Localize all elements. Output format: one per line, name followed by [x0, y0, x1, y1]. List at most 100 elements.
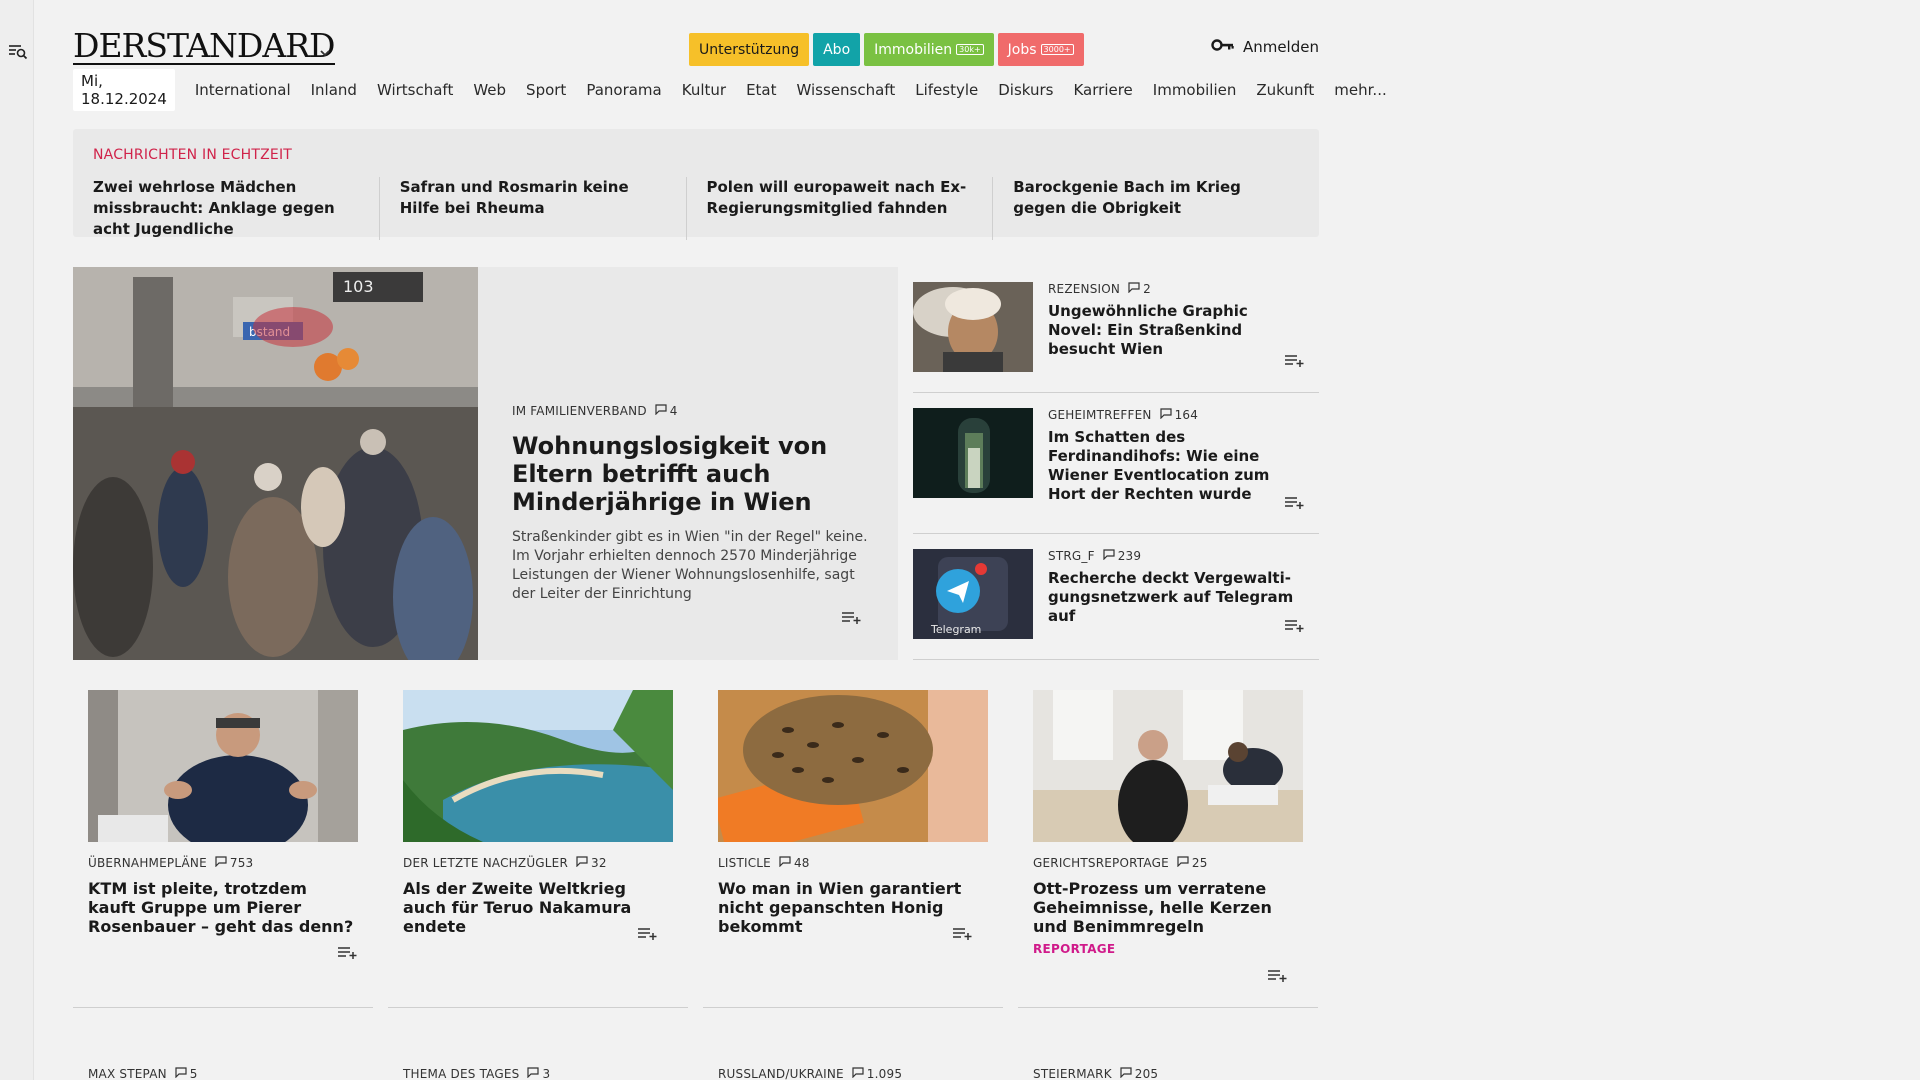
- nav-item-inland[interactable]: Inland: [311, 81, 357, 99]
- hero-text: Im Familienverband 4 Wohnungslosigkeit v…: [512, 404, 868, 604]
- realtime-item[interactable]: Safran und Rosmarin keine Hilfe bei Rheu…: [400, 177, 687, 240]
- add-to-list-icon[interactable]: [842, 610, 862, 629]
- nav-item-international[interactable]: International: [195, 81, 291, 99]
- add-to-list-icon[interactable]: [1285, 495, 1305, 514]
- jobs-label: Jobs: [1007, 41, 1037, 58]
- comment-count[interactable]: 25: [1177, 856, 1208, 870]
- comment-count-value: 48: [793, 856, 810, 870]
- realtime-label: NACHRICHTEN IN ECHTZEIT: [93, 147, 293, 163]
- side-article[interactable]: Geheimtreffen 164 Im Schatten des Ferdin…: [913, 393, 1319, 534]
- abo-button[interactable]: Abo: [813, 33, 861, 66]
- nav-item-sport[interactable]: Sport: [526, 81, 566, 99]
- kicker-label: Listicle: [718, 856, 771, 870]
- side-kicker: STRG_F 239: [1048, 549, 1303, 563]
- add-to-list-icon[interactable]: [1285, 353, 1305, 372]
- telegram-logo-text: Telegram: [930, 623, 981, 636]
- side-article-title[interactable]: Ungewöhnliche Graphic Novel: Ein Straßen…: [1048, 302, 1303, 359]
- article-card-image[interactable]: [403, 690, 673, 842]
- card-kicker: Listicle 48: [718, 856, 988, 870]
- article-card-image[interactable]: [88, 690, 358, 842]
- comment-count-value: 5: [189, 1067, 198, 1080]
- chevron-down-icon[interactable]: [319, 42, 331, 61]
- kicker-label: Thema des Tages: [403, 1067, 520, 1080]
- immobilien-button[interactable]: Immobilien 30k+: [864, 33, 994, 66]
- side-article-image[interactable]: Telegram: [913, 549, 1033, 639]
- support-button[interactable]: Unterstützung: [689, 33, 810, 66]
- key-icon: [1211, 38, 1235, 56]
- article-grid: Übernahmepläne 753 KTM ist pleite, trotz…: [73, 690, 1319, 1008]
- article-card-image[interactable]: [718, 690, 988, 842]
- nav-item-immobilien[interactable]: Immobilien: [1153, 81, 1237, 99]
- nav-item-diskurs[interactable]: Diskurs: [998, 81, 1053, 99]
- nav-item-panorama[interactable]: Panorama: [586, 81, 661, 99]
- article-card[interactable]: Listicle 48 Wo man in Wien garantiert ni…: [703, 690, 1003, 1008]
- comment-count-value: 164: [1174, 408, 1199, 422]
- side-article[interactable]: Rezension 2 Ungewöhnliche Graphic Novel:…: [913, 267, 1319, 393]
- article-card[interactable]: Gerichtsreportage 25 Ott-Prozess um verr…: [1018, 690, 1318, 1008]
- menu-search-icon[interactable]: [8, 42, 28, 62]
- login-button[interactable]: Anmelden: [1211, 38, 1319, 56]
- comment-icon: [576, 856, 588, 870]
- comment-count[interactable]: 5: [175, 1067, 198, 1080]
- side-article-image[interactable]: [913, 282, 1033, 372]
- article-card[interactable]: Der letzte Nachzügler 32 Als der Zweite …: [388, 690, 688, 1008]
- comment-count[interactable]: 2: [1128, 282, 1151, 296]
- site-logo[interactable]: DERSTANDARD: [73, 29, 336, 65]
- realtime-item[interactable]: Zwei wehrlose Mädchen missbraucht: Ankla…: [93, 177, 380, 240]
- comment-count-value: 239: [1117, 549, 1142, 563]
- nav-item-zukunft[interactable]: Zukunft: [1256, 81, 1314, 99]
- side-article[interactable]: Telegram STRG_F 239 Recherche deckt Verg…: [913, 534, 1319, 660]
- article-card-title[interactable]: Ott-Prozess um verratene Geheimnisse, he…: [1033, 879, 1303, 936]
- side-article-text: Rezension 2 Ungewöhnliche Graphic Novel:…: [1048, 282, 1303, 359]
- kicker-label: Max Stepan: [88, 1067, 167, 1080]
- login-label: Anmelden: [1242, 38, 1319, 56]
- comment-count[interactable]: 32: [576, 856, 607, 870]
- side-article-text: STRG_F 239 Recherche deckt Vergewalti­gu…: [1048, 549, 1303, 626]
- comment-count[interactable]: 4: [655, 404, 678, 418]
- support-label: Unterstützung: [699, 41, 800, 58]
- comment-count-value: 4: [669, 404, 678, 418]
- nav-item-lifestyle[interactable]: Lifestyle: [915, 81, 978, 99]
- article-card-title[interactable]: KTM ist pleite, trotzdem kauft Gruppe um…: [88, 879, 358, 936]
- add-to-list-icon[interactable]: [1268, 968, 1288, 987]
- kicker-label: STRG_F: [1048, 549, 1095, 563]
- article-card-title[interactable]: Als der Zweite Weltkrieg auch für Teruo …: [403, 879, 673, 936]
- add-to-list-icon[interactable]: [953, 926, 973, 945]
- nav-item-wissenschaft[interactable]: Wissenschaft: [797, 81, 896, 99]
- hero-article[interactable]: 103 bstand: [73, 267, 898, 660]
- article-card-image[interactable]: [1033, 690, 1303, 842]
- add-to-list-icon[interactable]: [1285, 618, 1305, 637]
- article-card-text: Gerichtsreportage 25 Ott-Prozess um verr…: [1033, 856, 1303, 956]
- comment-icon: [215, 856, 227, 870]
- add-to-list-icon[interactable]: [638, 926, 658, 945]
- nav-item-wirtschaft[interactable]: Wirtschaft: [377, 81, 453, 99]
- side-article-title[interactable]: Im Schatten des Ferdinandihofs: Wie eine…: [1048, 428, 1303, 504]
- article-card-text: Listicle 48 Wo man in Wien garantiert ni…: [718, 856, 988, 936]
- hero-image[interactable]: 103 bstand: [73, 267, 478, 660]
- article-card-title[interactable]: Wo man in Wien garantiert nicht gepansch…: [718, 879, 988, 936]
- hero-title[interactable]: Wohnungslosigkeit von Eltern betrifft au…: [512, 432, 868, 516]
- comment-count[interactable]: 164: [1159, 408, 1199, 422]
- nav-item-karriere[interactable]: Karriere: [1073, 81, 1132, 99]
- comment-count[interactable]: 753: [215, 856, 254, 870]
- comment-count[interactable]: 239: [1103, 549, 1142, 563]
- realtime-item[interactable]: Polen will europaweit nach Ex-Regie­rung…: [707, 177, 994, 240]
- comment-count-value: 32: [591, 856, 607, 870]
- article-card[interactable]: Übernahmepläne 753 KTM ist pleite, trotz…: [73, 690, 373, 1008]
- nav-item-etat[interactable]: Etat: [746, 81, 776, 99]
- realtime-items: Zwei wehrlose Mädchen missbraucht: Ankla…: [93, 177, 1299, 240]
- nav-item-kultur[interactable]: Kultur: [682, 81, 726, 99]
- card-kicker: Steiermark 205: [1018, 1067, 1318, 1080]
- nav-item-more[interactable]: mehr...: [1334, 81, 1386, 99]
- nav-item-web[interactable]: Web: [473, 81, 506, 99]
- realtime-item[interactable]: Barockgenie Bach im Krieg gegen die Obri…: [1013, 177, 1299, 240]
- kicker-label: Geheimtreffen: [1048, 408, 1152, 422]
- side-article-title[interactable]: Recherche deckt Vergewalti­gungsnetzwerk…: [1048, 569, 1303, 626]
- comment-count[interactable]: 1.095: [852, 1067, 902, 1080]
- comment-count[interactable]: 205: [1120, 1067, 1159, 1080]
- comment-count[interactable]: 3: [527, 1067, 550, 1080]
- side-article-image[interactable]: [913, 408, 1033, 498]
- add-to-list-icon[interactable]: [338, 945, 358, 964]
- comment-count[interactable]: 48: [779, 856, 810, 870]
- jobs-button[interactable]: Jobs 3000+: [997, 33, 1084, 66]
